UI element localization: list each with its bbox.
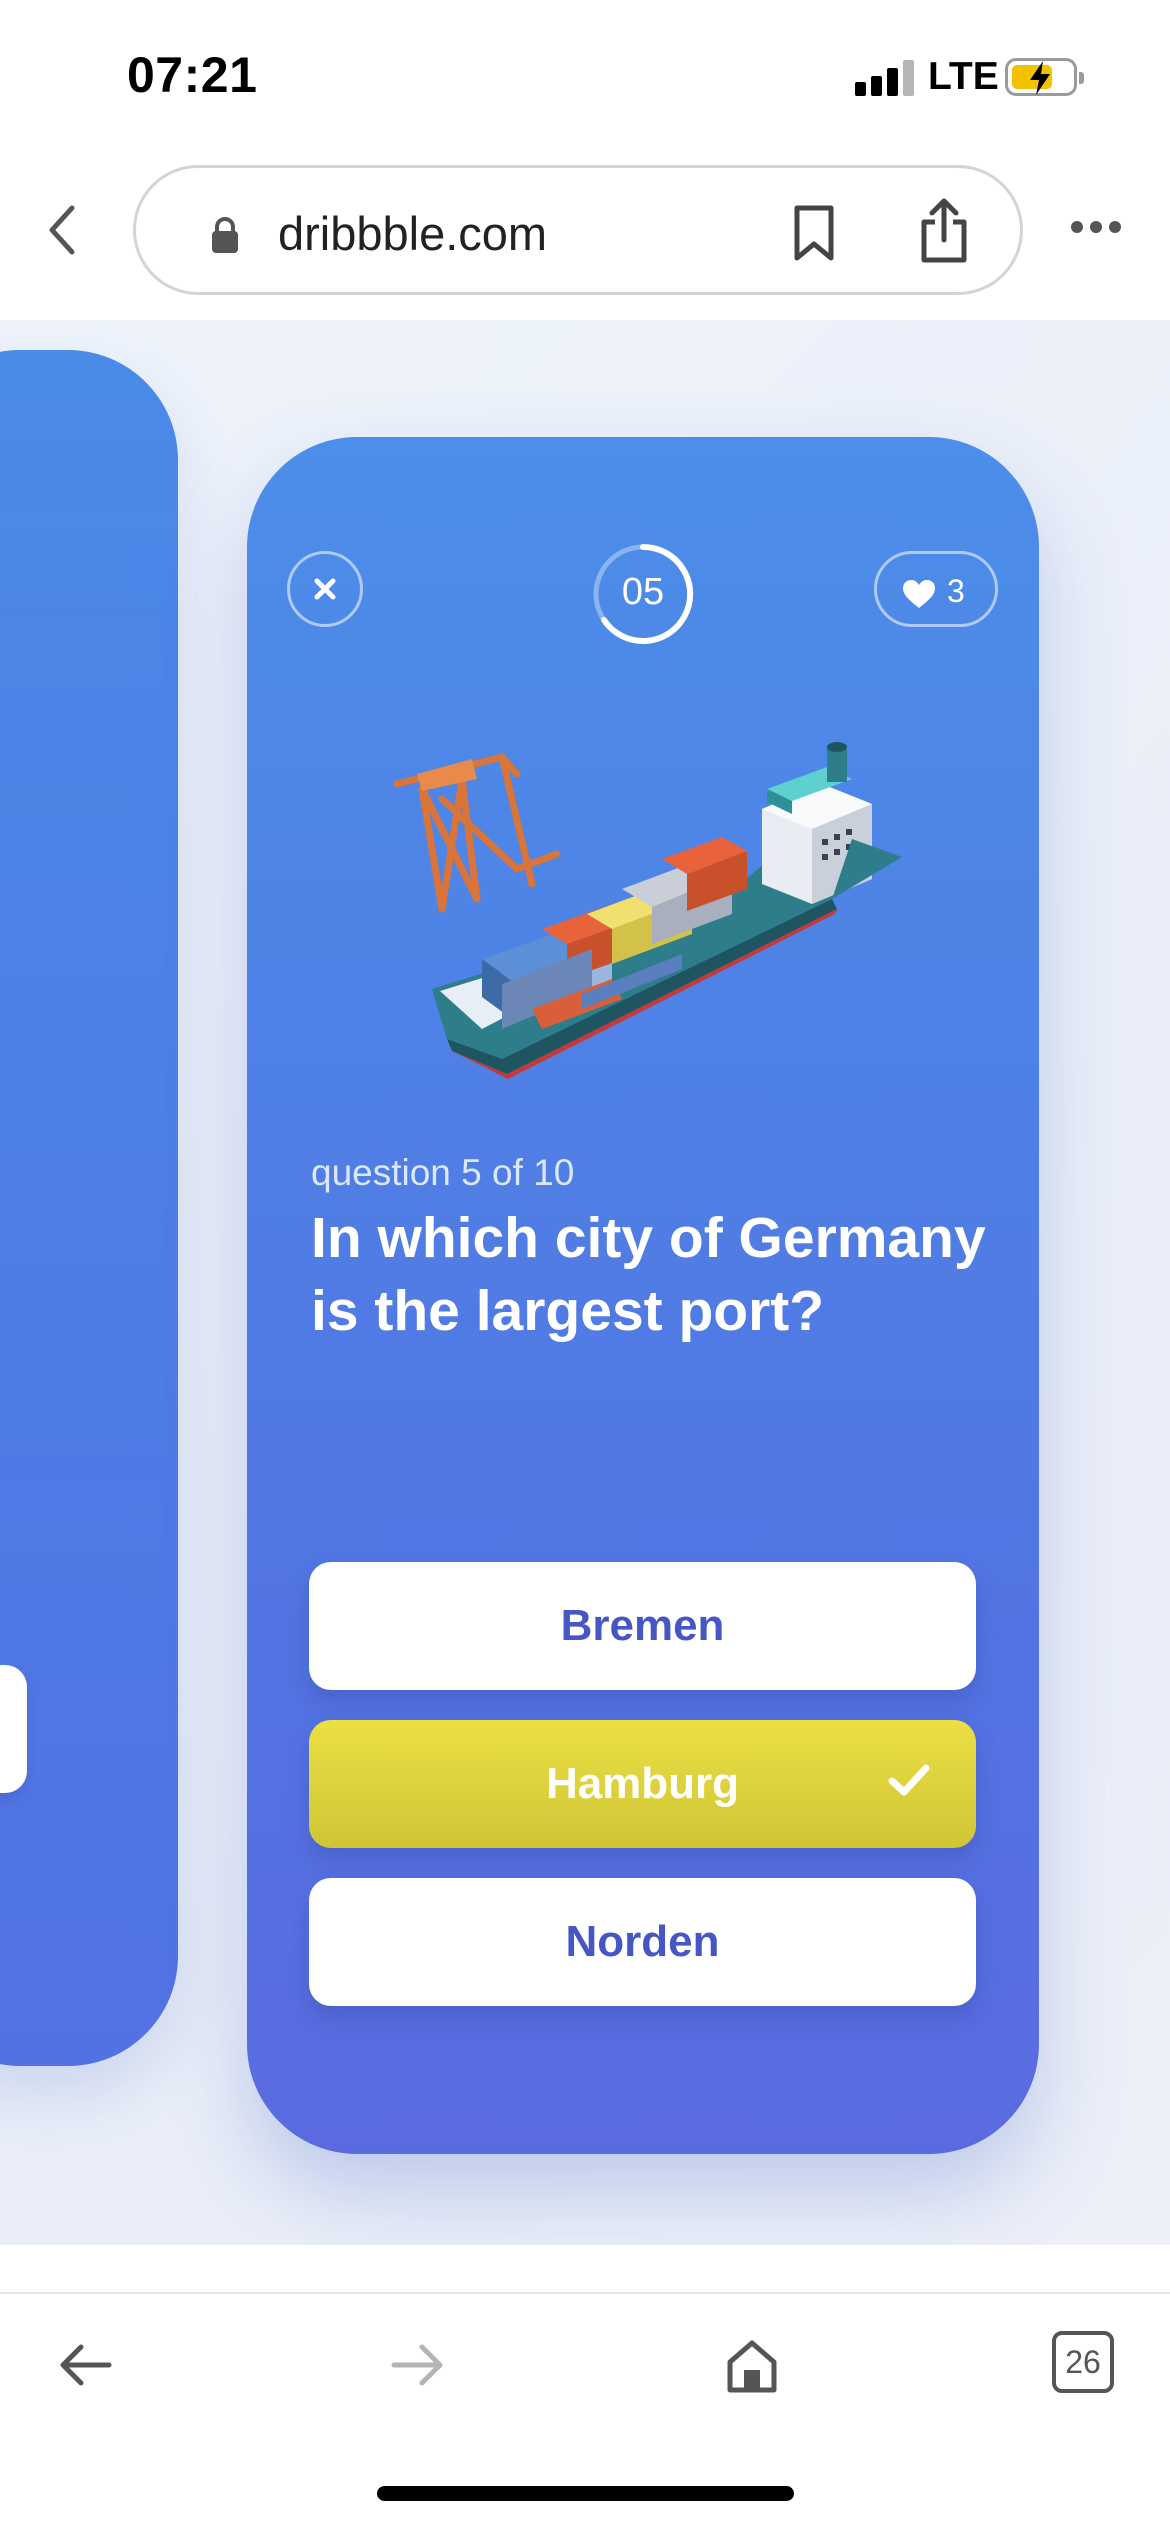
container-ship-illustration	[393, 742, 902, 1079]
quiz-card: 05 3 question 5 of 10 In which city of G…	[247, 437, 1039, 2154]
forward-arrow-icon[interactable]	[390, 2341, 446, 2394]
question-text: In which city of Germany is the largest …	[311, 1206, 986, 1343]
back-arrow-icon[interactable]	[57, 2341, 113, 2394]
page: 07:21 LTE dribbble.com enge	[0, 0, 1170, 2532]
answer-option[interactable]: Norden	[309, 1878, 976, 2006]
status-time: 07:21	[127, 47, 258, 103]
close-button[interactable]	[287, 551, 363, 627]
side-card-button	[0, 1665, 27, 1793]
timer-value: 05	[621, 571, 665, 613]
address-bar[interactable]: dribbble.com	[133, 165, 1023, 295]
home-indicator[interactable]	[377, 2486, 794, 2501]
bookmark-icon[interactable]	[791, 204, 837, 267]
lives-count: 3	[947, 573, 965, 609]
signal-strength-icon	[855, 60, 915, 96]
lives-badge: 3	[874, 551, 998, 627]
checkmark-icon	[888, 1764, 930, 1796]
answer-option-selected[interactable]: Hamburg	[309, 1720, 976, 1848]
share-icon[interactable]	[918, 198, 970, 269]
battery-charging-icon	[1005, 58, 1084, 96]
home-icon[interactable]	[725, 2338, 779, 2399]
answer-option[interactable]: Bremen	[309, 1562, 976, 1690]
tabs-count: 26	[1065, 2344, 1101, 2380]
url-text: dribbble.com	[278, 207, 548, 260]
answer-label: Hamburg	[545, 1759, 740, 1808]
previous-quiz-card: enge s!	[0, 350, 178, 2066]
answer-label: Bremen	[560, 1601, 725, 1650]
answer-label: Norden	[565, 1917, 720, 1966]
question-progress: question 5 of 10	[311, 1152, 575, 1193]
network-type: LTE	[928, 55, 999, 98]
back-chevron-icon[interactable]	[40, 200, 85, 260]
more-icon[interactable]	[1070, 220, 1122, 239]
question-timer: 05	[590, 541, 696, 647]
close-icon	[314, 578, 336, 600]
heart-icon	[903, 580, 935, 608]
tabs-icon[interactable]: 26	[1052, 2331, 1114, 2393]
lock-icon	[208, 215, 242, 260]
dribbble-shot: enge s! 05 3	[0, 320, 1170, 2245]
